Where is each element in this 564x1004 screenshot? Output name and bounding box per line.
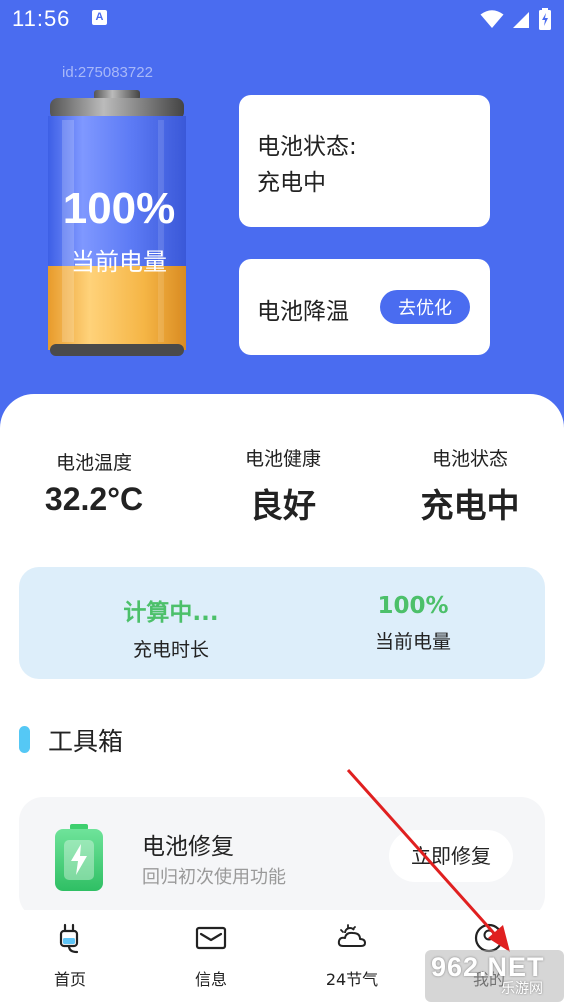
status-bar: 11:56 A [0,0,564,40]
battery-cooling-card: 电池降温 去优化 [239,259,490,355]
optimize-button[interactable]: 去优化 [380,290,470,324]
stat-state: 电池状态 充电中 [390,444,550,527]
charger-plug-icon [59,923,79,954]
cooling-label: 电池降温 [257,299,349,325]
wifi-icon [480,10,504,28]
battery-status-icon [539,8,551,30]
nav-label-home: 首页 [53,970,86,989]
stat-health-value: 良好 [250,486,316,525]
cellular-signal-icon [513,12,529,28]
current-level-value: 100% [377,593,449,619]
battery-charging-icon [55,824,103,891]
battery-caption: 当前电量 [71,248,167,276]
charge-time-value: 计算中... [123,600,219,626]
section-marker [19,726,30,753]
stat-state-label: 电池状态 [431,448,508,470]
battery-status-card: 电池状态: 充电中 [239,95,490,227]
weather-cloud-icon [337,924,366,947]
status-card-value: 充电中 [257,170,326,196]
status-card-label: 电池状态: [257,134,357,160]
nav-item-solar-terms[interactable]: 24节气 [307,922,397,990]
nav-label-info: 信息 [194,970,227,989]
watermark-logo: 962.NET 乐游网 [425,950,564,1002]
nav-item-info[interactable]: 信息 [166,922,256,990]
status-time: 11:56 [12,6,71,31]
stat-temperature: 电池温度 32.2°C [14,448,174,518]
charge-time-label: 充电时长 [132,639,209,661]
tool-subtitle: 回归初次使用功能 [142,867,286,888]
tool-title: 电池修复 [142,834,234,860]
charge-info-panel: 计算中... 充电时长 100% 当前电量 [19,567,545,679]
envelope-icon [195,926,227,950]
stat-health-label: 电池健康 [244,448,321,470]
toolbox-title: 工具箱 [48,727,124,756]
user-id: id:275083722 [62,64,153,81]
current-level-label: 当前电量 [374,631,451,653]
battery-percent: 100% [62,184,176,233]
repair-now-button[interactable]: 立即修复 [389,830,513,882]
notification-a-icon: A [92,10,107,25]
nav-label-solar-terms: 24节气 [325,970,379,989]
charge-time: 计算中... 充电时长 [81,593,261,662]
stat-temperature-label: 电池温度 [55,452,132,474]
tool-card-battery-repair[interactable]: 电池修复 回归初次使用功能 立即修复 [19,797,545,919]
stat-state-value: 充电中 [420,486,520,525]
stat-health: 电池健康 良好 [203,444,363,527]
nav-item-home[interactable]: 首页 [25,922,115,990]
current-level: 100% 当前电量 [323,593,503,654]
watermark-subtext: 乐游网 [501,981,543,997]
status-icons [480,8,552,30]
stat-temperature-value: 32.2°C [44,481,144,517]
